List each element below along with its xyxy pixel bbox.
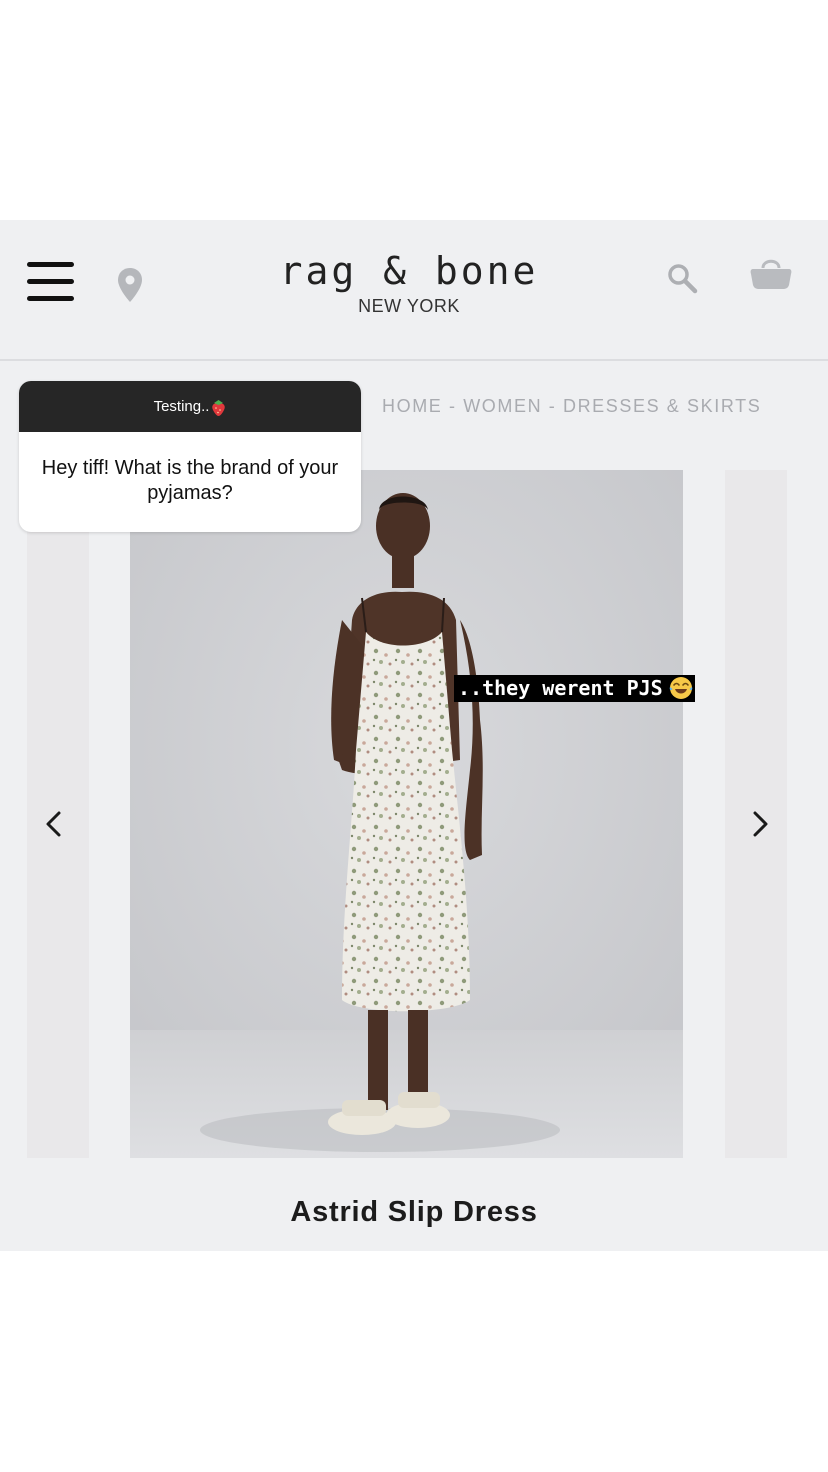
- brand-location: NEW YORK: [358, 296, 460, 316]
- site-header: rag & bone NEW YORK: [0, 220, 828, 359]
- question-sticker: Testing.. Hey tiff! What is the brand of…: [19, 381, 361, 532]
- question-sticker-header: Testing..: [19, 381, 361, 432]
- strawberry-icon: [212, 399, 226, 416]
- search-icon[interactable]: [666, 262, 698, 294]
- question-text: Hey tiff! What is the brand of your pyja…: [41, 457, 339, 504]
- breadcrumb[interactable]: HOME - WOMEN - DRESSES & SKIRTS: [382, 396, 802, 417]
- product-title: Astrid Slip Dress: [290, 1196, 538, 1228]
- map-pin-icon[interactable]: [117, 267, 143, 303]
- caption-text: ..they werent PJS: [458, 676, 663, 700]
- chevron-left-icon[interactable]: [42, 805, 66, 843]
- product-image-carousel[interactable]: [0, 470, 828, 1158]
- brand-name: rag & bone: [279, 249, 539, 293]
- brand-logo[interactable]: rag & bone NEW YORK: [248, 248, 570, 318]
- chevron-right-icon[interactable]: [748, 805, 772, 843]
- question-prompt: Testing..: [153, 398, 210, 415]
- product-photo: [130, 470, 683, 1158]
- website-screenshot: rag & bone NEW YORK HOME - WOMEN - DRESS…: [0, 220, 828, 1251]
- header-divider: [0, 359, 828, 361]
- caption-sticker: ..they werent PJS: [454, 675, 695, 702]
- hamburger-menu-icon[interactable]: [27, 262, 74, 304]
- shopping-bag-icon[interactable]: [750, 256, 792, 290]
- tears-of-joy-emoji-icon: [669, 676, 692, 699]
